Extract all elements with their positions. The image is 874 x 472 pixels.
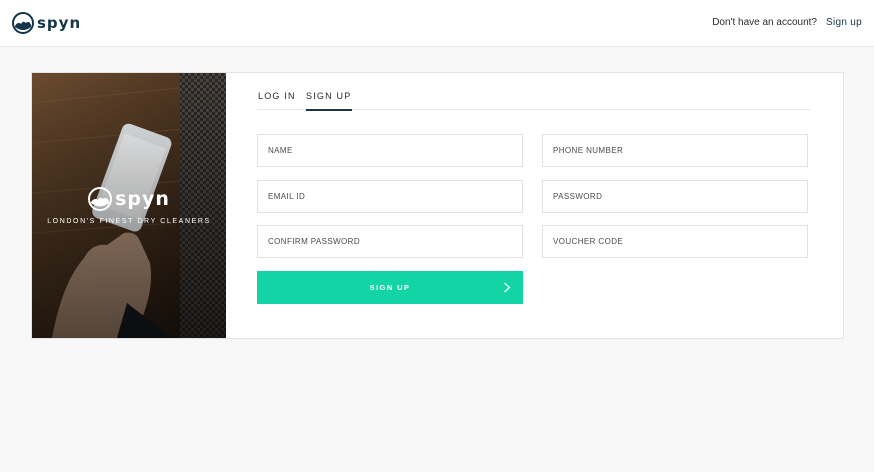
sign-up-button-label: SIGN UP — [369, 283, 411, 292]
signup-card: spyn LONDON'S FINEST DRY CLEANERS LOG IN… — [31, 72, 844, 339]
password-field-wrapper — [542, 180, 808, 213]
spyn-logo-icon — [12, 12, 34, 34]
hero-tagline: LONDON'S FINEST DRY CLEANERS — [47, 218, 211, 225]
tab-log-in[interactable]: LOG IN — [258, 91, 296, 110]
brand-logo[interactable]: spyn — [12, 12, 81, 34]
tab-sign-up[interactable]: SIGN UP — [306, 91, 353, 111]
confirm-password-field-wrapper — [257, 225, 523, 258]
name-input[interactable] — [258, 135, 522, 166]
spyn-logo-icon — [88, 187, 113, 211]
email-input[interactable] — [258, 181, 522, 212]
hero-brand-name: spyn — [115, 188, 170, 210]
voucher-code-input[interactable] — [543, 226, 807, 257]
header-signup-link[interactable]: Sign up — [826, 17, 862, 28]
brand-name: spyn — [37, 14, 82, 32]
phone-field-wrapper — [542, 134, 808, 167]
email-field-wrapper — [257, 180, 523, 213]
top-header: spyn Don't have an account? Sign up — [0, 0, 874, 47]
confirm-password-input[interactable] — [258, 226, 522, 257]
hero-image: spyn LONDON'S FINEST DRY CLEANERS — [32, 73, 226, 338]
password-input[interactable] — [543, 181, 807, 212]
phone-number-input[interactable] — [543, 135, 807, 166]
voucher-field-wrapper — [542, 225, 808, 258]
sign-up-button[interactable]: SIGN UP — [257, 271, 523, 304]
hero-brand-logo: spyn — [32, 187, 226, 211]
chevron-right-icon — [504, 282, 511, 293]
name-field-wrapper — [257, 134, 523, 167]
account-prompt-text: Don't have an account? — [712, 17, 817, 28]
account-prompt-area: Don't have an account? Sign up — [712, 17, 862, 28]
auth-tabs: LOG IN SIGN UP — [257, 91, 811, 111]
